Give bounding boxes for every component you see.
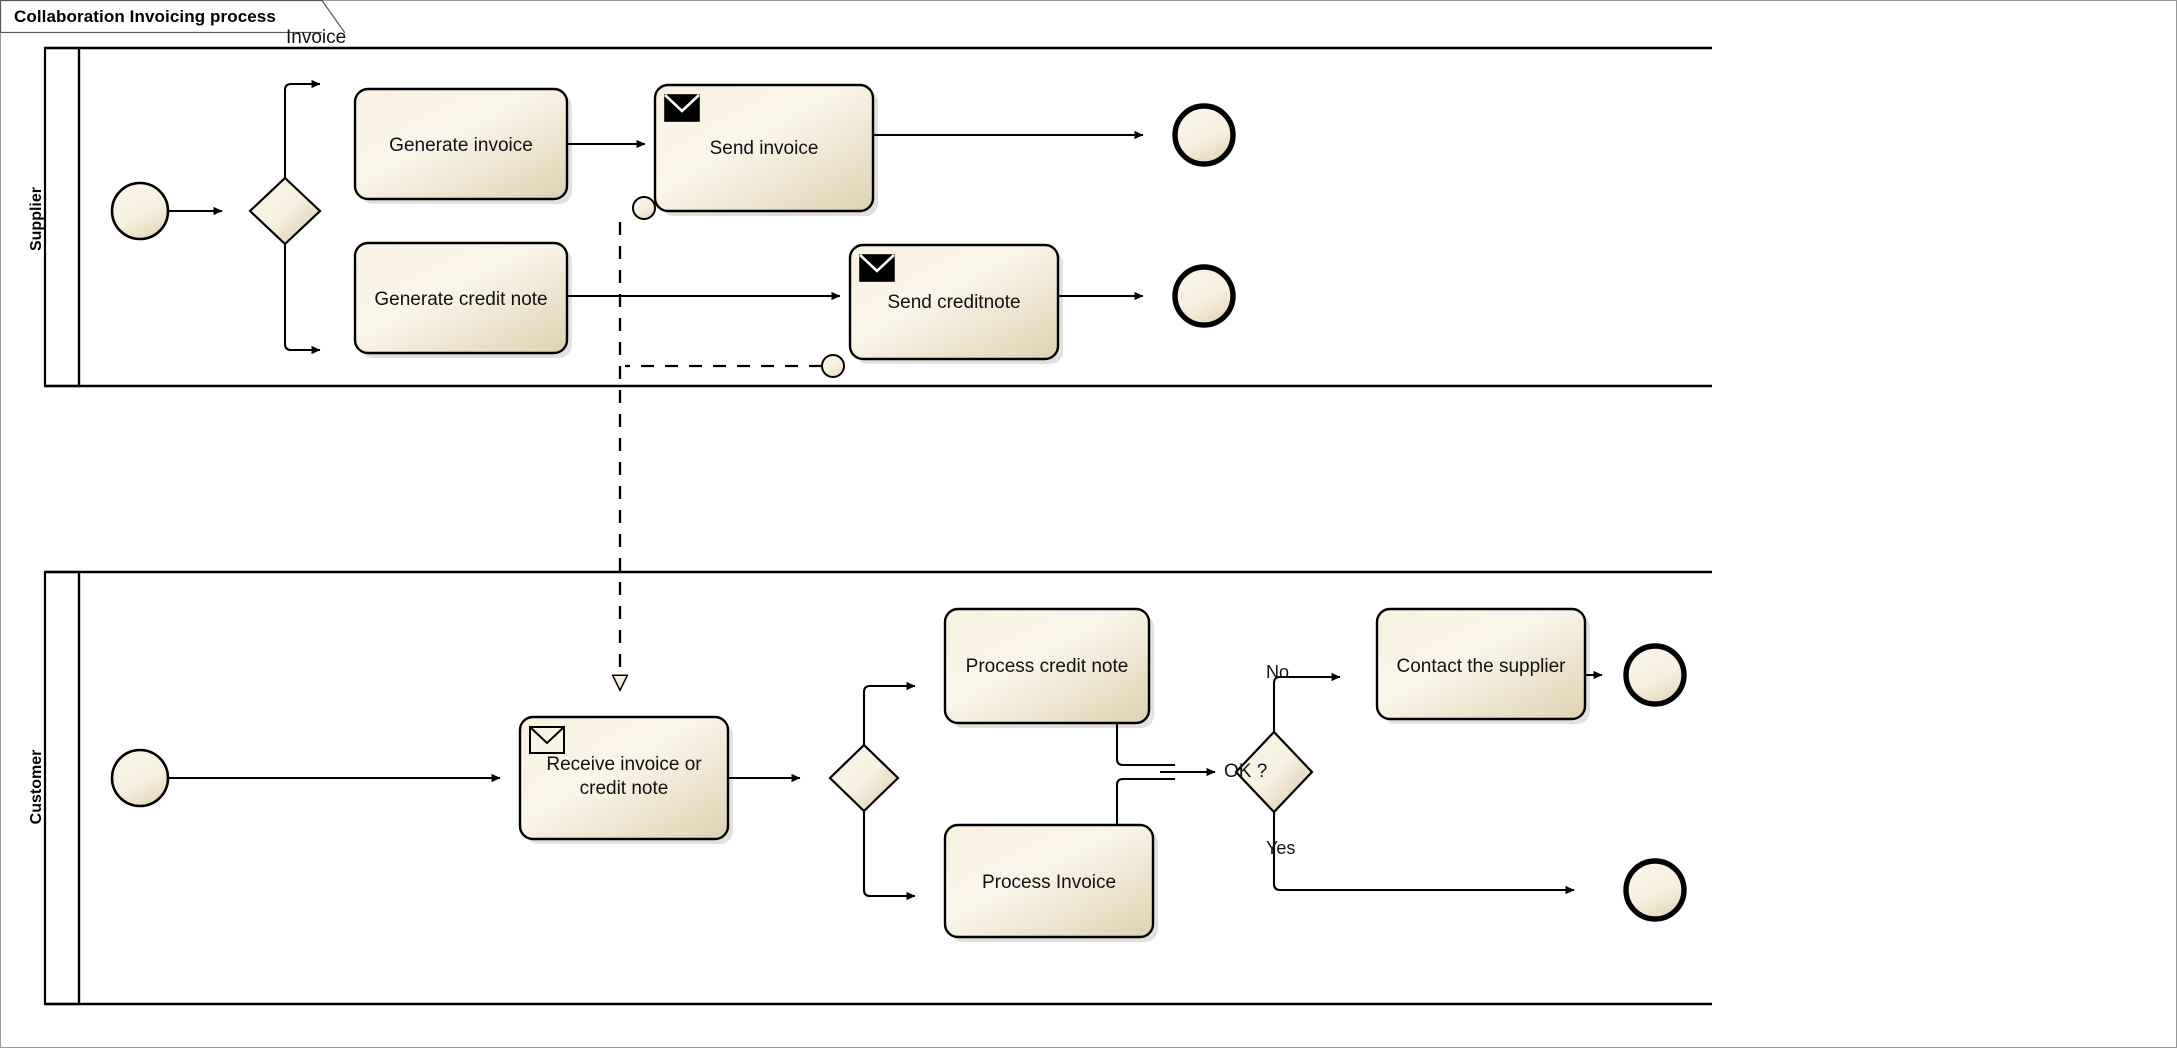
pool-supplier-label: Supplier xyxy=(28,187,45,252)
task-receive-invoice-or-credit-note[interactable] xyxy=(520,717,728,839)
flow-process-credit-note-to-ok xyxy=(1115,723,1175,767)
flow-label-yes: Yes xyxy=(1266,838,1296,858)
message-flow-invoice xyxy=(620,196,656,690)
customer-exclusive-gateway[interactable] xyxy=(830,745,898,811)
customer-end-event-ok[interactable] xyxy=(1626,861,1684,919)
supplier-end-event-creditnote[interactable] xyxy=(1175,267,1233,325)
flow-gateway-to-generate-credit-note xyxy=(283,244,321,355)
ok-exclusive-gateway[interactable] xyxy=(1236,732,1312,812)
task-process-invoice[interactable] xyxy=(945,825,1153,937)
task-send-creditnote[interactable] xyxy=(850,245,1058,359)
flow-split-to-process-invoice xyxy=(862,811,916,901)
task-generate-credit-note[interactable] xyxy=(355,243,567,353)
pool-customer-label: Customer xyxy=(28,749,45,825)
flow-gateway-to-generate-invoice xyxy=(283,79,321,178)
flow-process-invoice-to-ok xyxy=(1115,777,1175,825)
supplier-exclusive-gateway[interactable] xyxy=(250,178,320,244)
task-process-credit-note[interactable] xyxy=(945,609,1149,723)
task-generate-invoice[interactable] xyxy=(355,89,567,199)
customer-end-event-contact[interactable] xyxy=(1626,646,1684,704)
flow-label-no: No xyxy=(1266,662,1290,682)
supplier-start-event[interactable] xyxy=(112,183,168,239)
message-flow-creditnote xyxy=(625,354,845,378)
flow-ok-no-to-contact-supplier xyxy=(1272,672,1341,732)
customer-start-event[interactable] xyxy=(112,750,168,806)
task-send-invoice[interactable] xyxy=(655,85,873,211)
bpmn-canvas[interactable]: Collaboration Invoicing process Invoice xyxy=(0,0,2179,1050)
flow-split-to-process-credit-note xyxy=(862,681,916,745)
task-contact-the-supplier[interactable] xyxy=(1377,609,1585,719)
supplier-end-event-invoice[interactable] xyxy=(1175,106,1233,164)
flow-ok-yes-to-end xyxy=(1272,812,1575,895)
